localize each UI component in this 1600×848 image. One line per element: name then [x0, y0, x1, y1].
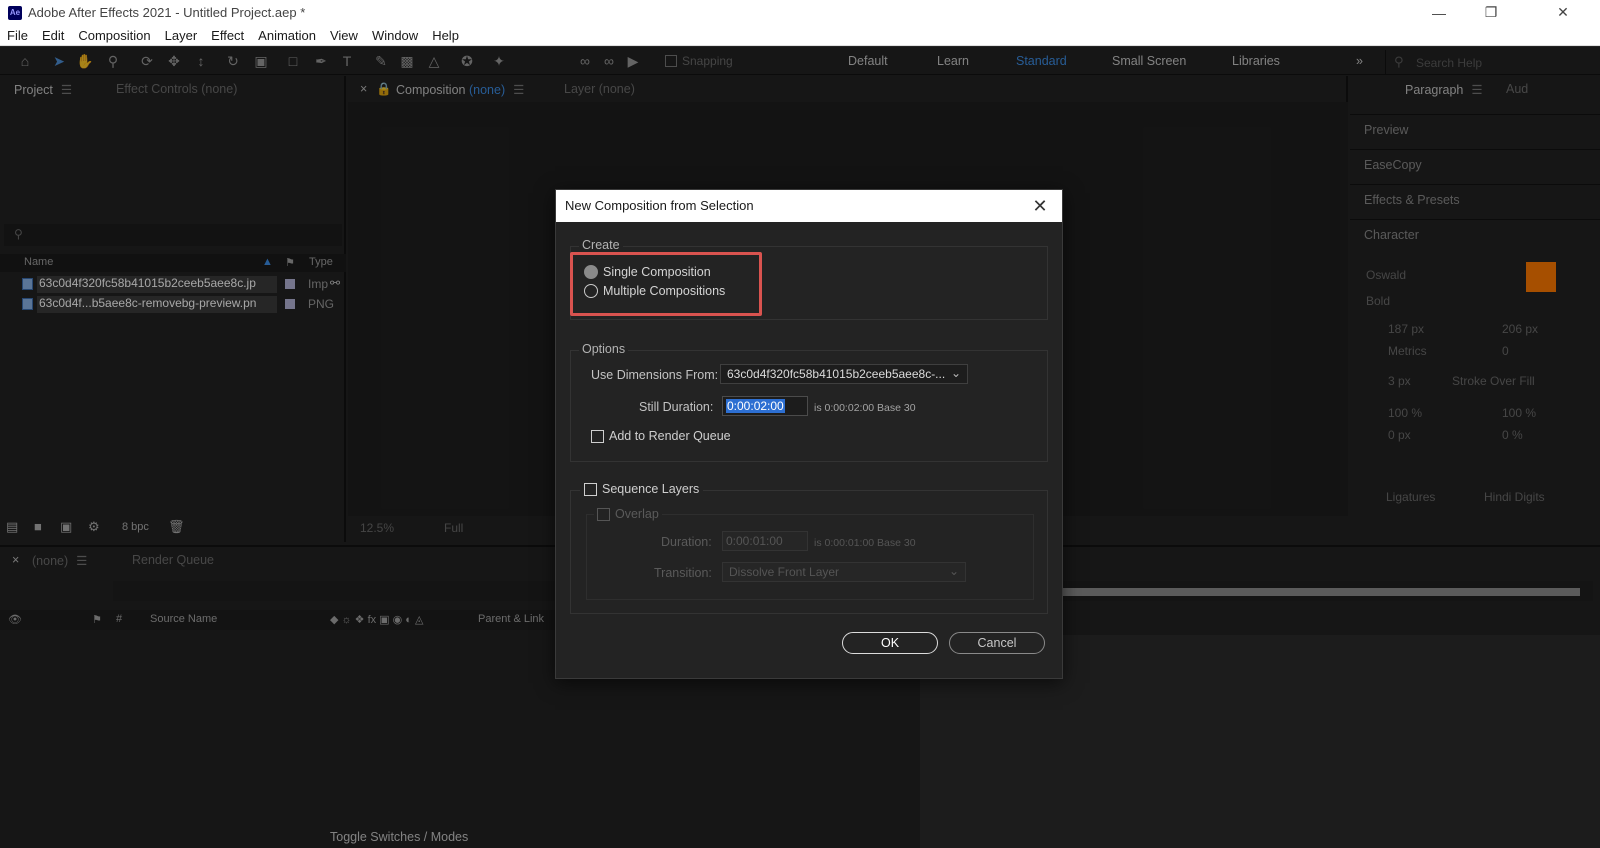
checkbox-unchecked-icon: [591, 429, 604, 443]
use-dimensions-dropdown[interactable]: 63c0d4f320fc58b41015b2ceeb5aee8c-... ⌄: [720, 364, 968, 384]
after-effects-app-icon: Ae: [8, 5, 22, 20]
menu-composition[interactable]: Composition: [78, 28, 150, 43]
menu-file[interactable]: File: [7, 28, 28, 43]
sequence-layers-label: Sequence Layers: [602, 482, 700, 496]
still-duration-note: is 0:00:02:00 Base 30: [814, 402, 916, 414]
dialog-titlebar: New Composition from Selection ✕: [556, 190, 1062, 222]
window-title: Adobe After Effects 2021 - Untitled Proj…: [28, 5, 306, 20]
add-to-render-queue-checkbox[interactable]: Add to Render Queue: [591, 429, 731, 443]
transition-label: Transition:: [654, 566, 712, 580]
chevron-down-icon: ⌄: [948, 564, 959, 578]
create-group-label: Create: [579, 238, 623, 252]
duration-field: 0:00:01:00: [722, 531, 808, 551]
close-icon[interactable]: ✕: [1028, 194, 1052, 218]
overlap-label: Overlap: [615, 507, 659, 521]
checkbox-unchecked-icon: [584, 482, 597, 496]
still-duration-label: Still Duration:: [639, 400, 714, 414]
restore-icon[interactable]: ❐: [1468, 0, 1514, 25]
menu-effect[interactable]: Effect: [211, 28, 244, 43]
still-duration-field[interactable]: 0:00:02:00: [722, 396, 808, 416]
menu-layer[interactable]: Layer: [165, 28, 198, 43]
menu-edit[interactable]: Edit: [42, 28, 64, 43]
sequence-layers-checkbox[interactable]: Sequence Layers: [580, 482, 704, 496]
menu-window[interactable]: Window: [372, 28, 418, 43]
chevron-down-icon: ⌄: [950, 366, 961, 380]
new-composition-dialog: New Composition from Selection ✕ Create …: [555, 189, 1063, 679]
menu-animation[interactable]: Animation: [258, 28, 316, 43]
add-to-render-queue-label: Add to Render Queue: [609, 429, 731, 443]
checkbox-disabled-icon: [597, 507, 610, 521]
close-window-icon[interactable]: ✕: [1540, 0, 1586, 25]
menu-view[interactable]: View: [330, 28, 358, 43]
overlap-checkbox: Overlap: [594, 507, 662, 521]
highlight-annotation: [570, 252, 762, 316]
menu-bar: File Edit Composition Layer Effect Anima…: [0, 25, 1600, 46]
dialog-title: New Composition from Selection: [565, 198, 754, 213]
duration-note: is 0:00:01:00 Base 30: [814, 537, 916, 549]
transition-dropdown: Dissolve Front Layer ⌄: [722, 562, 966, 582]
minimize-icon[interactable]: —: [1416, 0, 1462, 25]
duration-label: Duration:: [661, 535, 712, 549]
menu-help[interactable]: Help: [432, 28, 459, 43]
cancel-button[interactable]: Cancel: [949, 632, 1045, 654]
ok-button[interactable]: OK: [842, 632, 938, 654]
options-group-label: Options: [579, 342, 629, 356]
use-dimensions-label: Use Dimensions From:: [591, 368, 719, 382]
window-titlebar: Ae Adobe After Effects 2021 - Untitled P…: [0, 0, 1600, 25]
overlap-group: [586, 514, 1034, 600]
